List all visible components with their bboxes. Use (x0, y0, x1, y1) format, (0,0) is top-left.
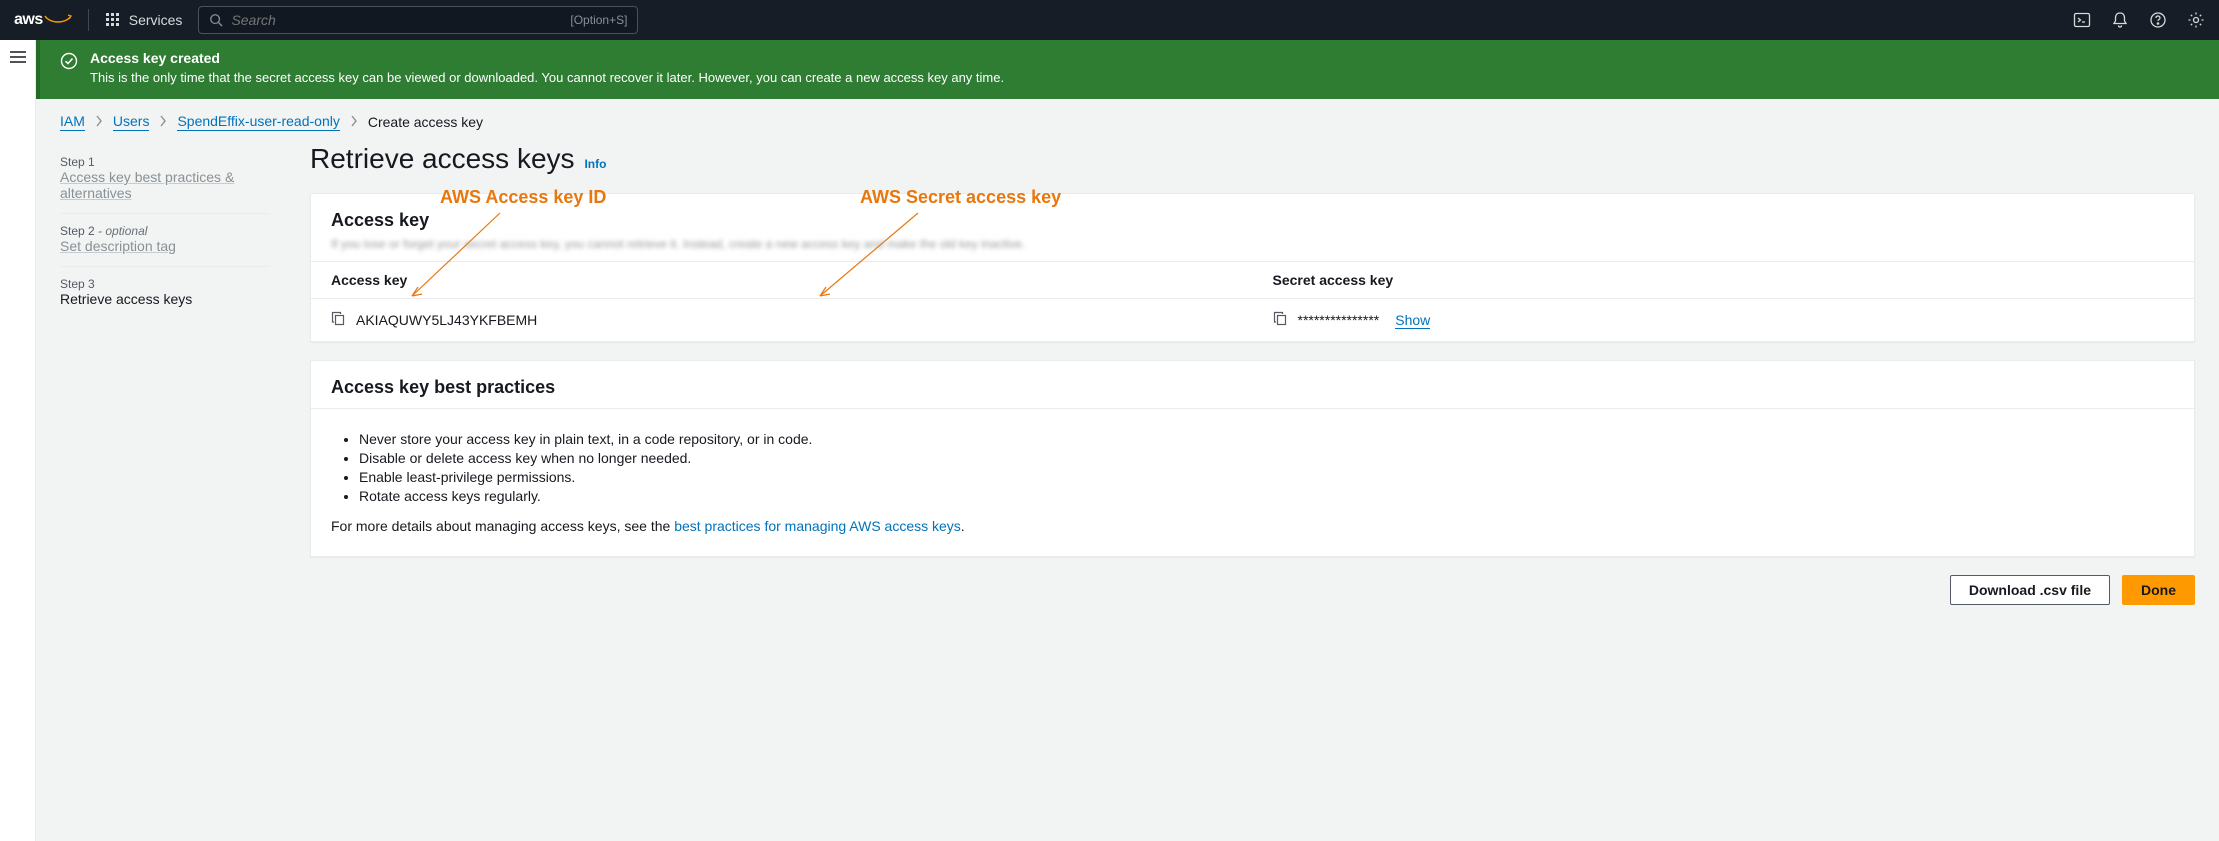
best-practices-list: Never store your access key in plain tex… (359, 431, 2174, 504)
crumb-user[interactable]: SpendEffix-user-read-only (177, 113, 339, 131)
secret-key-masked: *************** (1298, 312, 1380, 328)
step-1-label: Step 1 (60, 155, 270, 169)
copy-access-key-button[interactable] (331, 311, 346, 329)
best-practices-panel: Access key best practices Never store yo… (310, 360, 2195, 557)
check-circle-icon (60, 52, 78, 70)
action-buttons: Download .csv file Done (310, 575, 2195, 605)
copy-icon (331, 311, 346, 326)
practice-item-3: Enable least-privilege permissions. (359, 469, 2174, 485)
chevron-right-icon (159, 114, 167, 130)
search-input[interactable] (231, 12, 562, 28)
top-nav: aws Services [Option+S] (0, 0, 2219, 40)
best-practices-link[interactable]: best practices for managing AWS access k… (674, 518, 961, 534)
step-2[interactable]: Step 2 - optional Set description tag (60, 213, 270, 262)
success-flash: Access key created This is the only time… (36, 40, 2219, 99)
access-key-panel-subtext: If you lose or forget your secret access… (331, 237, 2174, 251)
flash-description: This is the only time that the secret ac… (90, 70, 1004, 85)
cloudshell-icon[interactable] (2073, 11, 2091, 29)
step-3: Step 3 Retrieve access keys (60, 266, 270, 315)
services-label: Services (129, 12, 183, 28)
aws-logo-text: aws (14, 11, 43, 29)
aws-smile-icon (44, 14, 72, 26)
step-2-label: Step 2 - optional (60, 224, 270, 238)
practice-item-1: Never store your access key in plain tex… (359, 431, 2174, 447)
crumb-current: Create access key (368, 114, 483, 130)
show-secret-button[interactable]: Show (1395, 312, 1430, 329)
breadcrumb: IAM Users SpendEffix-user-read-only Crea… (36, 99, 2219, 139)
grid-icon (105, 12, 121, 28)
download-csv-button[interactable]: Download .csv file (1950, 575, 2110, 605)
global-search[interactable]: [Option+S] (198, 6, 638, 34)
page-title: Retrieve access keys (310, 143, 575, 175)
search-shortcut-hint: [Option+S] (570, 13, 627, 27)
chevron-right-icon (95, 114, 103, 130)
chevron-right-icon (350, 114, 358, 130)
step-2-title: Set description tag (60, 238, 270, 254)
copy-secret-key-button[interactable] (1273, 311, 1288, 329)
secret-key-column-header: Secret access key (1253, 262, 2195, 299)
help-icon[interactable] (2149, 11, 2167, 29)
access-key-panel: Access key If you lose or forget your se… (310, 193, 2195, 342)
settings-icon[interactable] (2187, 11, 2205, 29)
left-rail (0, 40, 36, 841)
practice-item-4: Rotate access keys regularly. (359, 488, 2174, 504)
access-key-value: AKIAQUWY5LJ43YKFBEMH (356, 312, 537, 328)
step-3-title: Retrieve access keys (60, 291, 270, 307)
services-menu-button[interactable]: Services (105, 12, 183, 28)
info-link[interactable]: Info (584, 157, 606, 171)
step-3-label: Step 3 (60, 277, 270, 291)
copy-icon (1273, 311, 1288, 326)
nav-separator (88, 9, 89, 31)
notifications-icon[interactable] (2111, 11, 2129, 29)
step-1-title: Access key best practices & alternatives (60, 169, 270, 201)
step-1[interactable]: Step 1 Access key best practices & alter… (60, 147, 270, 209)
flash-title: Access key created (90, 50, 1004, 66)
done-button[interactable]: Done (2122, 575, 2195, 605)
nav-right-actions (2073, 11, 2205, 29)
crumb-iam[interactable]: IAM (60, 113, 85, 131)
sidebar-toggle[interactable] (9, 50, 27, 841)
wizard-steps: Step 1 Access key best practices & alter… (60, 143, 270, 605)
aws-logo[interactable]: aws (14, 11, 72, 29)
access-key-panel-title: Access key (331, 210, 2174, 231)
access-key-column-header: Access key (311, 262, 1253, 299)
crumb-users[interactable]: Users (113, 113, 150, 131)
best-practices-title: Access key best practices (331, 377, 2174, 398)
search-icon (209, 13, 223, 27)
practice-item-2: Disable or delete access key when no lon… (359, 450, 2174, 466)
best-practices-more: For more details about managing access k… (331, 518, 2174, 534)
